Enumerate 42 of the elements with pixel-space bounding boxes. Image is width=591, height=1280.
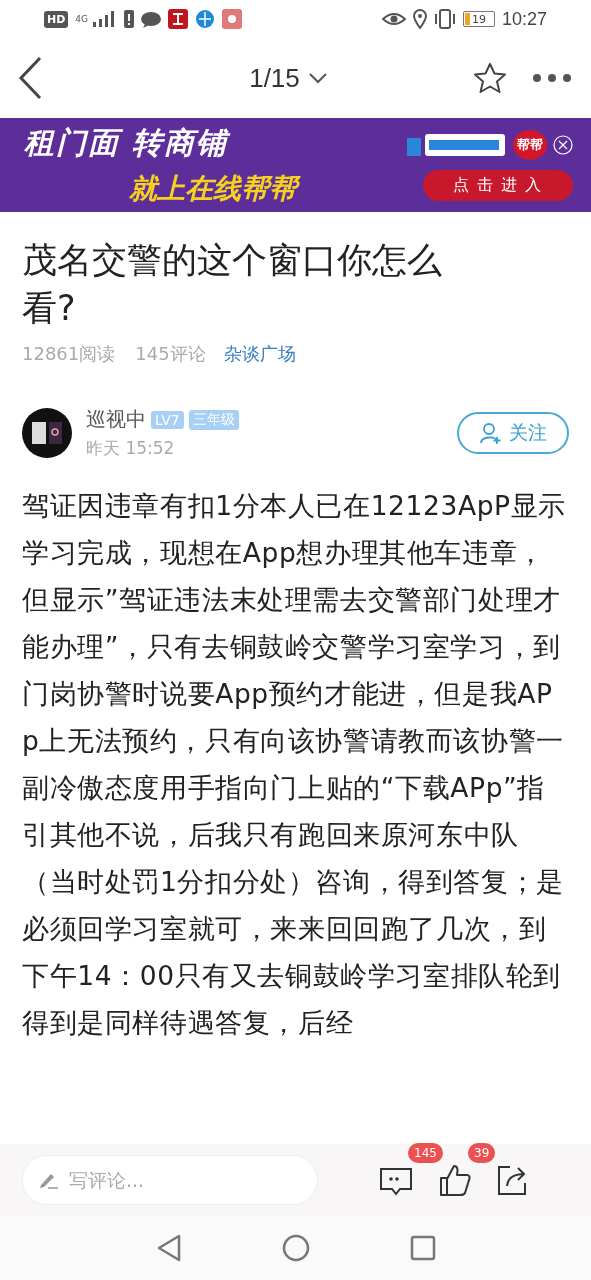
- author-name[interactable]: 巡视中: [86, 406, 146, 433]
- comment-badge: 145: [408, 1143, 443, 1163]
- eye-icon: [381, 11, 406, 27]
- home-circle-icon[interactable]: [281, 1234, 310, 1262]
- thumbs-up-icon[interactable]: [438, 1163, 472, 1197]
- enter-button[interactable]: 点击进入: [423, 169, 573, 201]
- grade-tag: 三年级: [188, 409, 239, 430]
- alert-icon: [124, 10, 135, 28]
- logo-icon: [407, 131, 507, 158]
- back-triangle-icon[interactable]: [155, 1234, 182, 1262]
- post-body: 驾证因违章有扣1分本人已在12123ApP显示学习完成，现想在App想办理其他车违章，但显示”驾证违法末处理需去交警部门处理才能办理”，只有去铜鼓岭交警学习室学习，到门岗协警时说要App预约才能进，但是我APp上无法预约，只有向该协警请教而该协警一副冷傲态度用手指向门上贴的“下载APp”指引其他不说，后我只有跑回来原河东中队（当时处罚1分扣分处）咨询，得到答复；是必须回学习室就可，来来回回跑了几次，到下午14：00只有又去铜鼓岭学习室排队轮到得到是同样待遇答复，后经: [22, 489, 567, 1040]
- page-indicator[interactable]: 1/15: [249, 62, 300, 94]
- clock-time: 10:27: [501, 8, 547, 30]
- more-icon[interactable]: [533, 74, 571, 82]
- network-label: 4G: [75, 14, 89, 24]
- forum-link[interactable]: 杂谈广场: [223, 342, 296, 366]
- recents-square-icon[interactable]: [409, 1235, 436, 1261]
- read-count: 12861阅读: [22, 342, 116, 366]
- vibrate-icon: [433, 9, 456, 29]
- comment-count: 145评论: [135, 342, 206, 366]
- chat-icon: [141, 10, 162, 28]
- chevron-down-icon[interactable]: [307, 72, 328, 84]
- battery-icon: 19: [462, 11, 495, 27]
- globe-icon: [195, 9, 216, 29]
- avatar[interactable]: [22, 408, 72, 458]
- back-icon[interactable]: [18, 56, 44, 100]
- ad-headline: 租门面 转商铺: [24, 123, 232, 162]
- app-icon: [168, 9, 189, 29]
- ad-banner[interactable]: 租门面 转商铺 就上在线帮帮 帮帮 点击进入: [0, 118, 591, 212]
- share-icon[interactable]: [496, 1164, 528, 1196]
- pencil-icon: [39, 1171, 59, 1189]
- post-title: 茂名交警的这个窗口你怎么看?: [22, 239, 443, 330]
- comment-field[interactable]: 写评论...: [22, 1155, 318, 1205]
- hd-icon: HD: [44, 10, 69, 28]
- add-user-icon: [479, 421, 503, 445]
- post-time: 昨天 15:52: [86, 437, 176, 460]
- star-icon[interactable]: [473, 62, 507, 94]
- level-tag: LV7: [151, 410, 184, 429]
- close-icon[interactable]: [553, 134, 573, 155]
- like-badge: 39: [468, 1143, 496, 1163]
- ad-badge: 帮帮: [513, 129, 547, 160]
- location-icon: [412, 9, 427, 29]
